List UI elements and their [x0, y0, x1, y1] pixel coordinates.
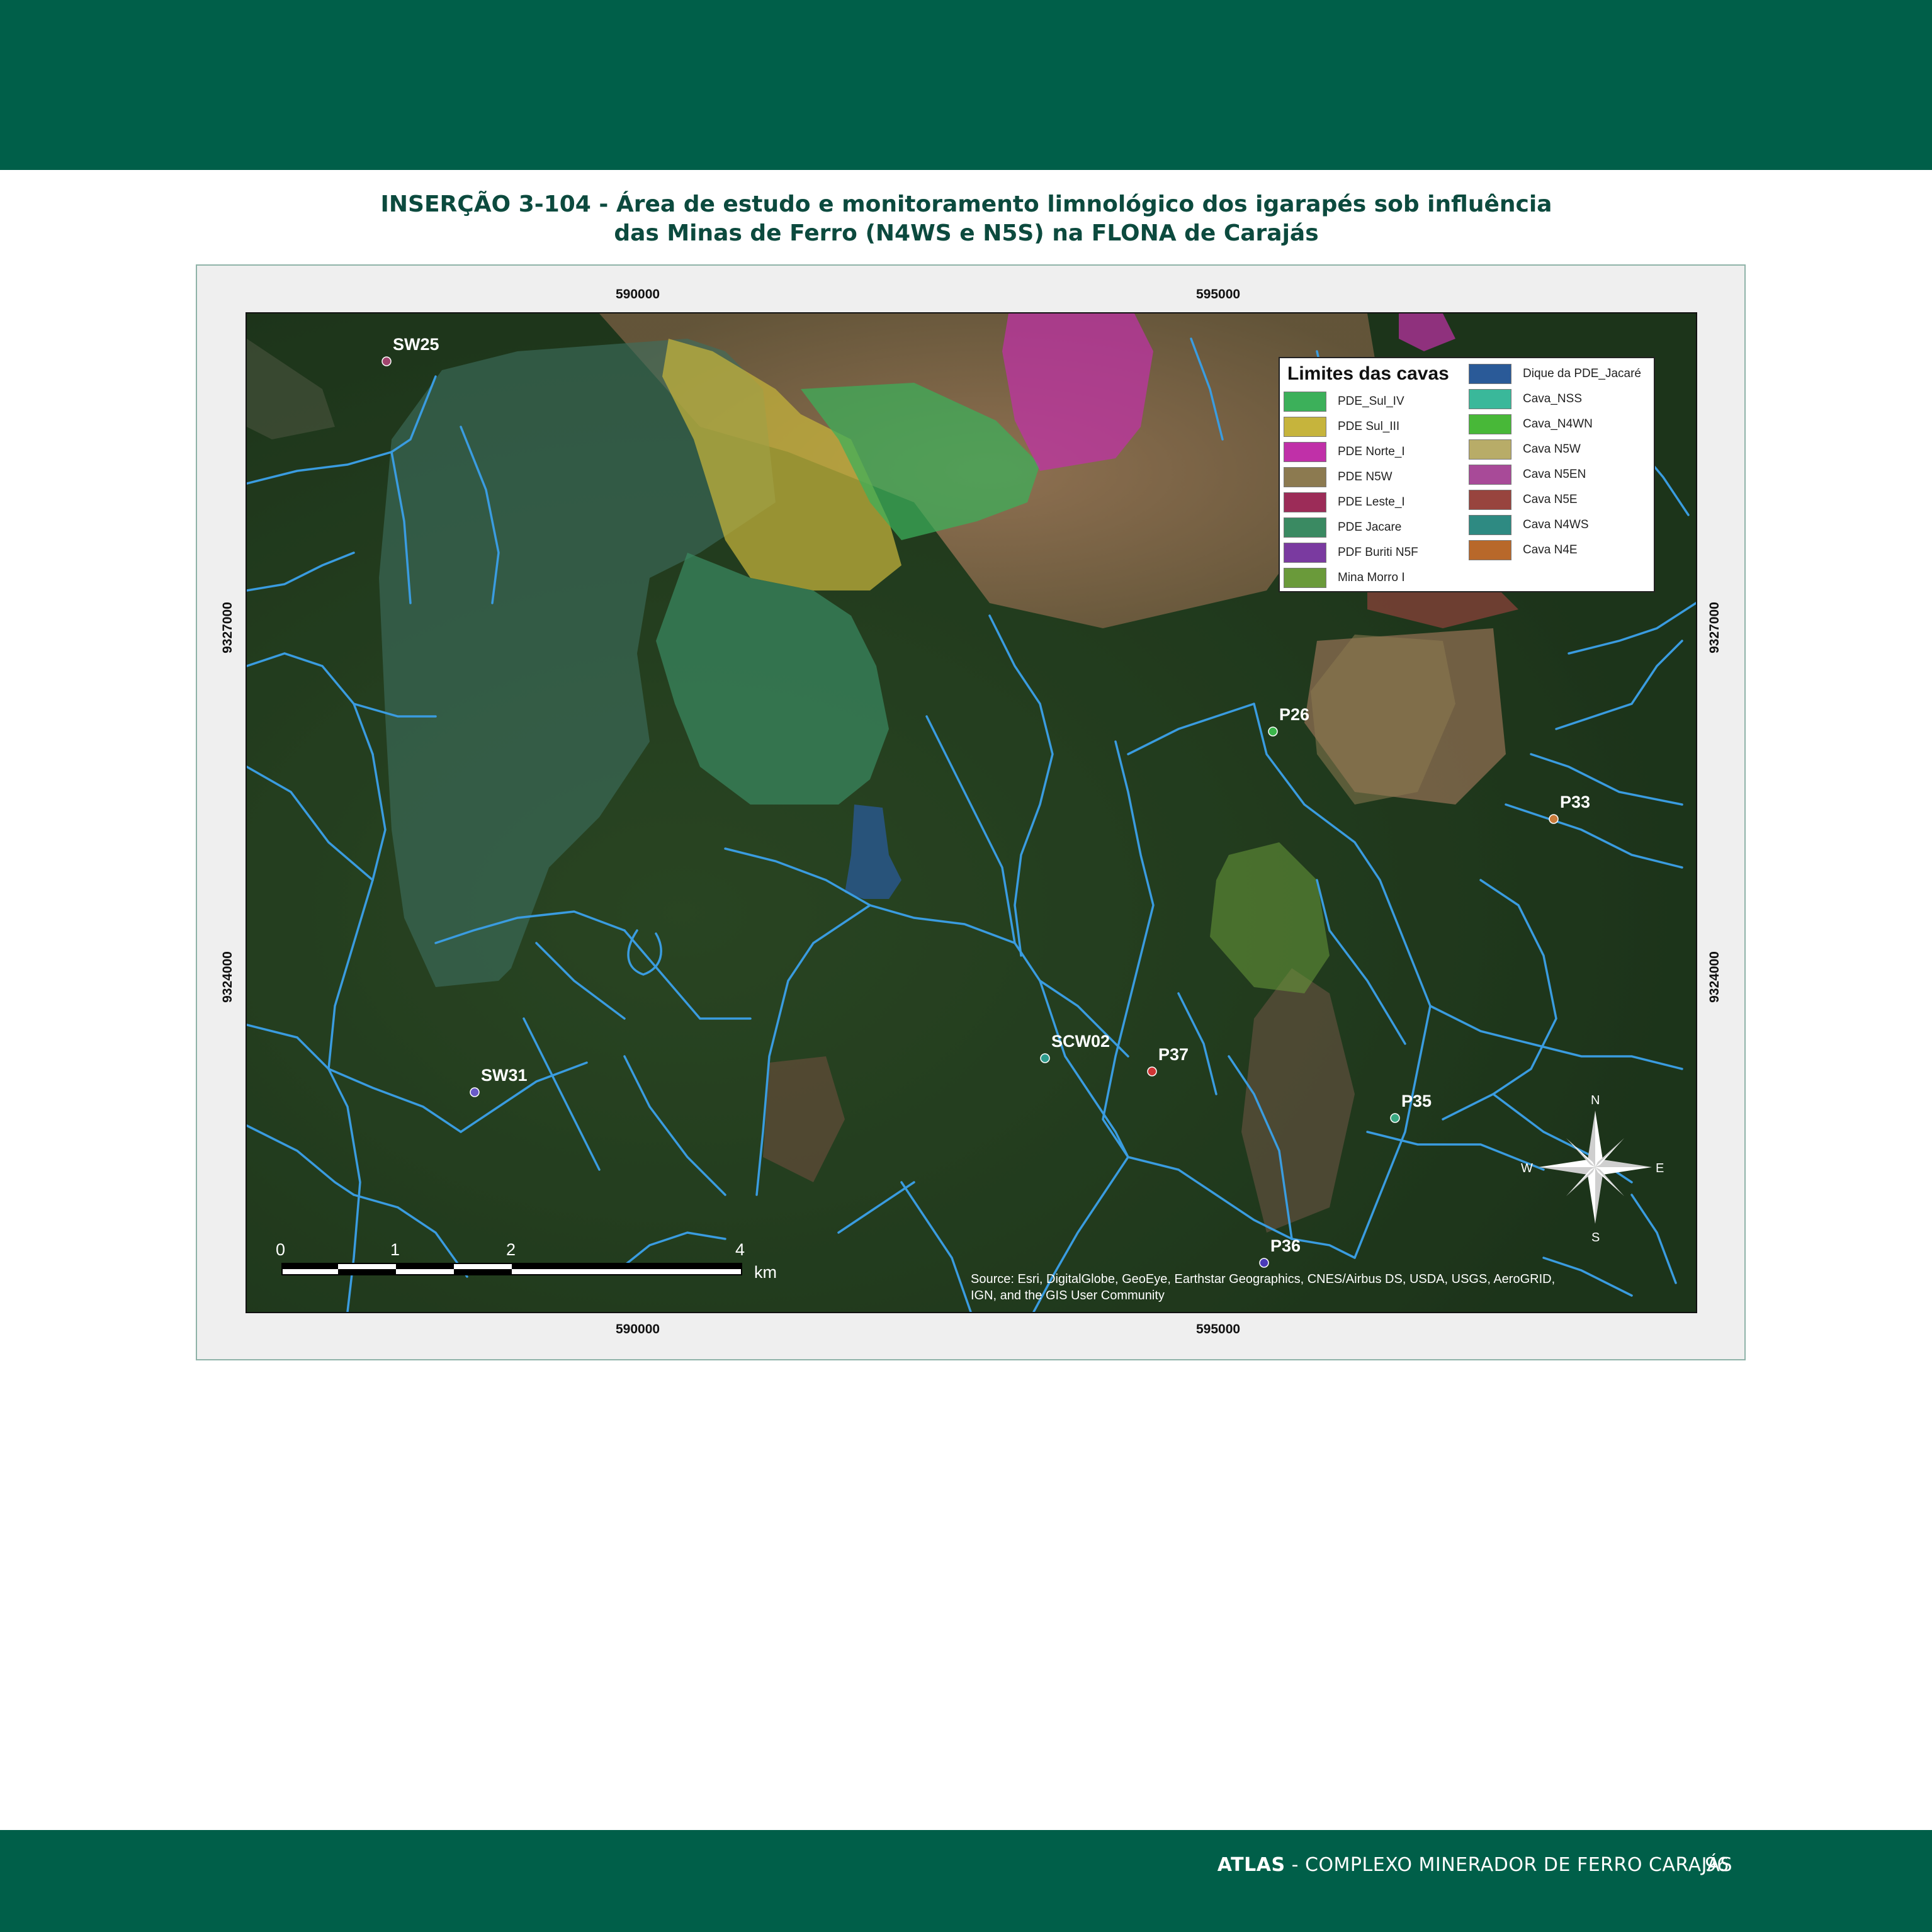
legend-label: Cava N5E: [1523, 493, 1578, 506]
legend-swatch: [1469, 439, 1511, 460]
legend-swatch: [1469, 389, 1511, 409]
station-marker[interactable]: [1390, 1113, 1400, 1123]
scale-label-0: 0: [276, 1240, 285, 1259]
station-marker[interactable]: [1259, 1258, 1269, 1268]
legend-label: Cava N4WS: [1523, 518, 1589, 531]
legend-swatch: [1469, 540, 1511, 560]
station-label: P26: [1279, 705, 1309, 724]
map-legend: Limites das cavas PDE_Sul_IV PDE Sul_III P…: [1279, 357, 1655, 592]
station-marker[interactable]: [470, 1087, 480, 1097]
y-label-left-9324000: 9324000: [220, 951, 235, 1003]
scale-label-2: 2: [506, 1240, 516, 1259]
legend-item: PDF Buriti N5F: [1284, 542, 1418, 563]
footer-brand: ATLAS: [1217, 1854, 1285, 1876]
legend-label: Cava N5W: [1523, 443, 1581, 456]
legend-label: Cava N4E: [1523, 543, 1578, 556]
legend-swatch: [1469, 515, 1511, 535]
legend-label: Cava_NSS: [1523, 392, 1582, 405]
legend-swatch: [1469, 414, 1511, 434]
y-label-right-9327000: 9327000: [1707, 602, 1722, 653]
legend-item: PDE Jacare: [1284, 517, 1401, 538]
legend-item: Cava_N4WN: [1469, 414, 1593, 435]
scale-segment: [454, 1264, 512, 1269]
x-label-bottom-590000: 590000: [616, 1322, 660, 1336]
legend-swatch: [1469, 490, 1511, 510]
figure-caption: INSERÇÃO 3-104 - Área de estudo e monito…: [353, 190, 1580, 248]
scale-segment: [396, 1269, 454, 1274]
legend-swatch: [1284, 442, 1326, 462]
station-marker[interactable]: [1147, 1066, 1157, 1076]
y-label-left-9327000: 9327000: [220, 602, 235, 653]
x-label-top-595000: 595000: [1196, 287, 1241, 302]
footer-band: [0, 1830, 1932, 1932]
legend-swatch: [1284, 568, 1326, 588]
legend-item: Mina Morro I: [1284, 567, 1405, 589]
legend-label: PDE Norte_I: [1338, 445, 1405, 458]
legend-item: Cava N4E: [1469, 539, 1578, 561]
legend-item: PDE Sul_III: [1284, 416, 1399, 438]
x-label-top-590000: 590000: [616, 287, 660, 302]
legend-swatch: [1469, 465, 1511, 485]
station-label: P33: [1560, 793, 1590, 811]
scale-segment: [283, 1269, 338, 1274]
scale-segment: [338, 1264, 396, 1269]
header-band: [0, 0, 1932, 170]
caption-line-2: das Minas de Ferro (N4WS e N5S) na FLONA…: [614, 220, 1319, 246]
compass-s: S: [1591, 1231, 1600, 1245]
legend-label: Cava N5EN: [1523, 468, 1586, 481]
legend-item: Cava_NSS: [1469, 388, 1582, 410]
legend-label: Cava_N4WN: [1523, 417, 1593, 431]
legend-item: Cava N5E: [1469, 489, 1578, 511]
station-marker[interactable]: [1268, 726, 1278, 737]
legend-swatch: [1284, 492, 1326, 512]
legend-swatch: [1284, 517, 1326, 538]
legend-swatch: [1284, 392, 1326, 412]
legend-swatch: [1284, 467, 1326, 487]
legend-label: PDE Leste_I: [1338, 495, 1405, 509]
legend-item: Cava N5EN: [1469, 464, 1586, 485]
attribution-line-2: IGN, and the GIS User Community: [971, 1289, 1165, 1302]
x-label-bottom-595000: 595000: [1196, 1322, 1241, 1336]
scale-segment: [512, 1269, 741, 1274]
legend-item: Cava N4WS: [1469, 514, 1589, 536]
legend-label: PDE Jacare: [1338, 521, 1402, 534]
footer-title: ATLAS - COMPLEXO MINERADOR DE FERRO CARA…: [1217, 1854, 1732, 1876]
station-marker[interactable]: [1549, 814, 1559, 824]
station-label: SW31: [481, 1066, 528, 1085]
legend-item: PDE N5W: [1284, 466, 1393, 488]
scale-label-4: 4: [735, 1240, 745, 1259]
legend-label: PDE Sul_III: [1338, 420, 1400, 433]
legend-item: PDE Norte_I: [1284, 441, 1405, 463]
legend-label: PDF Buriti N5F: [1338, 546, 1418, 559]
station-label: P35: [1401, 1092, 1432, 1110]
legend-label: Dique da PDE_Jacaré: [1523, 367, 1641, 380]
legend-label: PDE N5W: [1338, 470, 1393, 483]
legend-label: Mina Morro I: [1338, 571, 1405, 584]
legend-swatch: [1284, 543, 1326, 563]
y-label-right-9324000: 9324000: [1707, 951, 1722, 1003]
legend-title: Limites das cavas: [1287, 363, 1449, 384]
caption-line-1: INSERÇÃO 3-104 - Área de estudo e monito…: [380, 191, 1552, 217]
compass-n: N: [1591, 1093, 1600, 1107]
legend-item: PDE Leste_I: [1284, 492, 1405, 513]
scale-unit: km: [754, 1263, 777, 1282]
station-label: SCW02: [1051, 1032, 1110, 1051]
legend-item: PDE_Sul_IV: [1284, 391, 1404, 412]
legend-item: Cava N5W: [1469, 439, 1581, 460]
legend-swatch: [1469, 364, 1511, 384]
legend-label: PDE_Sul_IV: [1338, 395, 1404, 408]
legend-item: Dique da PDE_Jacaré: [1469, 363, 1641, 385]
station-label: SW25: [393, 335, 439, 354]
station-marker[interactable]: [381, 356, 392, 366]
footer-subtitle: - COMPLEXO MINERADOR DE FERRO CARAJÁS: [1285, 1854, 1732, 1876]
station-label: P37: [1158, 1045, 1189, 1064]
legend-swatch: [1284, 417, 1326, 437]
page-number: 96: [1705, 1854, 1729, 1876]
compass-w: W: [1521, 1161, 1533, 1175]
scale-label-1: 1: [390, 1240, 400, 1259]
station-marker[interactable]: [1040, 1053, 1050, 1063]
compass-e: E: [1656, 1161, 1664, 1175]
station-label: P36: [1270, 1236, 1301, 1255]
attribution-line-1: Source: Esri, DigitalGlobe, GeoEye, Eart…: [971, 1272, 1555, 1286]
